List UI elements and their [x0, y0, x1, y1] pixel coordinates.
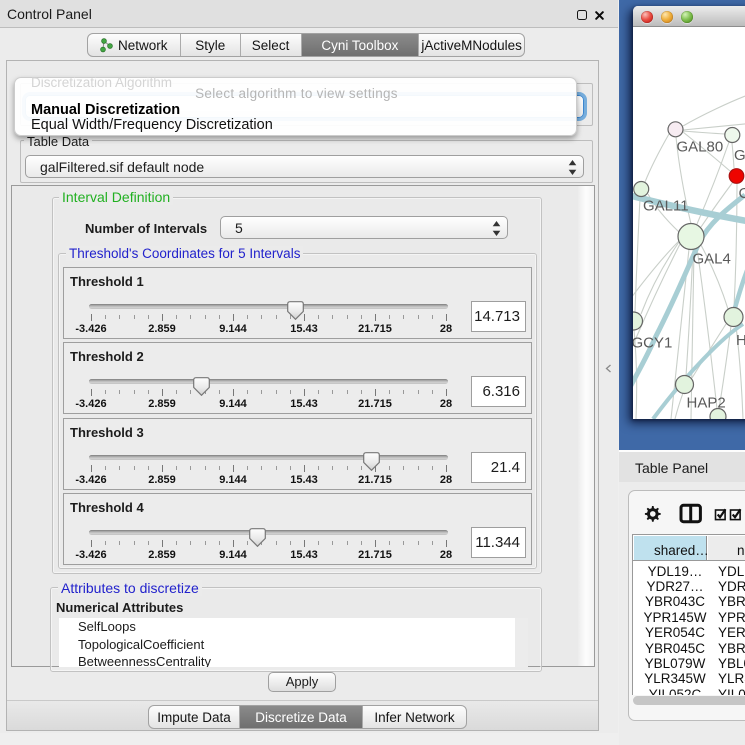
svg-text:GAL2: GAL2 [734, 147, 745, 164]
svg-text:GCY1: GCY1 [633, 335, 672, 352]
svg-text:GAL11: GAL11 [643, 198, 689, 215]
svg-text:GAL80: GAL80 [677, 139, 724, 156]
svg-text:HIS4: HIS4 [736, 332, 745, 349]
svg-text:HAP2: HAP2 [687, 395, 726, 412]
svg-text:GAL4: GAL4 [693, 251, 731, 268]
svg-text:CDC: CDC [739, 185, 745, 202]
